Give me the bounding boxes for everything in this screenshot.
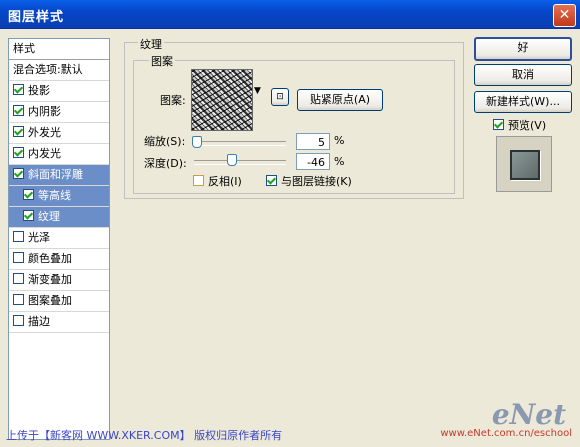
preview-swatch: [510, 150, 540, 180]
depth-label: 深度(D):: [144, 157, 187, 170]
style-item-label: 投影: [28, 84, 50, 97]
style-item-checkbox[interactable]: [13, 231, 24, 242]
link-with-layer-checkbox-box[interactable]: [266, 175, 277, 186]
style-item[interactable]: 内阴影: [9, 102, 109, 123]
pattern-subgroup-title: 图案: [149, 53, 175, 69]
style-item-label: 斜面和浮雕: [28, 168, 83, 181]
snap-to-origin-button[interactable]: 贴紧原点(A): [297, 89, 383, 111]
style-item[interactable]: 纹理: [9, 207, 109, 228]
watermark-url: www.eNet.com.cn/eschool: [440, 428, 572, 439]
style-item[interactable]: 描边: [9, 312, 109, 333]
invert-checkbox[interactable]: 反相(I): [193, 173, 242, 189]
style-item[interactable]: 投影: [9, 81, 109, 102]
style-item[interactable]: 外发光: [9, 123, 109, 144]
style-item-label: 纹理: [38, 210, 60, 223]
style-item-label: 内发光: [28, 147, 61, 160]
style-item[interactable]: 等高线: [9, 186, 109, 207]
style-item[interactable]: 内发光: [9, 144, 109, 165]
new-preset-icon[interactable]: ⊡: [271, 88, 289, 106]
style-item-checkbox[interactable]: [13, 294, 24, 305]
pattern-picker[interactable]: [191, 69, 253, 131]
chevron-down-icon[interactable]: ▼: [254, 86, 261, 96]
style-item-checkbox[interactable]: [13, 105, 24, 116]
blend-options-item[interactable]: 混合选项:默认: [9, 60, 109, 81]
new-style-button[interactable]: 新建样式(W)...: [474, 91, 572, 113]
style-item-checkbox[interactable]: [13, 126, 24, 137]
ok-button[interactable]: 好: [474, 37, 572, 61]
style-item[interactable]: 斜面和浮雕: [9, 165, 109, 186]
preview-label: 预览(V): [508, 119, 547, 132]
upload-credit: 上传于【新客网 WWW.XKER.COM】 版权归原作者所有: [6, 429, 283, 442]
style-item-checkbox[interactable]: [13, 252, 24, 263]
style-item-checkbox[interactable]: [13, 84, 24, 95]
style-item[interactable]: 图案叠加: [9, 291, 109, 312]
scale-label: 缩放(S):: [144, 135, 186, 148]
style-item-label: 光泽: [28, 231, 50, 244]
style-preview: [496, 136, 552, 192]
link-with-layer-checkbox[interactable]: 与图层链接(K): [266, 173, 352, 189]
pattern-label: 图案:: [160, 94, 186, 107]
style-item-checkbox[interactable]: [23, 210, 34, 221]
style-list: 样式 混合选项:默认 投影内阴影外发光内发光斜面和浮雕等高线纹理光泽颜色叠加渐变…: [8, 38, 110, 440]
style-item-label: 图案叠加: [28, 294, 72, 307]
window-title: 图层样式: [8, 10, 65, 25]
style-item-checkbox[interactable]: [13, 147, 24, 158]
scale-slider-thumb[interactable]: [192, 136, 202, 148]
preview-checkbox-box[interactable]: [493, 119, 504, 130]
title-bar: 图层样式 ✕: [0, 0, 580, 29]
style-item[interactable]: 颜色叠加: [9, 249, 109, 270]
cancel-button[interactable]: 取消: [474, 64, 572, 86]
style-item-label: 内阴影: [28, 105, 61, 118]
style-item-label: 渐变叠加: [28, 273, 72, 286]
scale-input[interactable]: 5: [296, 133, 330, 150]
style-item-checkbox[interactable]: [13, 273, 24, 284]
style-item[interactable]: 渐变叠加: [9, 270, 109, 291]
preview-checkbox[interactable]: 预览(V): [493, 117, 546, 133]
style-item-label: 外发光: [28, 126, 61, 139]
style-item-checkbox[interactable]: [13, 315, 24, 326]
style-item-label: 描边: [28, 315, 50, 328]
link-with-layer-label: 与图层链接(K): [281, 175, 352, 188]
style-item-checkbox[interactable]: [23, 189, 34, 200]
enet-watermark-logo: eNet: [491, 398, 566, 431]
depth-percent: %: [334, 155, 345, 168]
style-item-label: 等高线: [38, 189, 71, 202]
style-item-label: 颜色叠加: [28, 252, 72, 265]
scale-slider[interactable]: [194, 141, 286, 146]
invert-checkbox-box[interactable]: [193, 175, 204, 186]
style-item[interactable]: 光泽: [9, 228, 109, 249]
depth-slider[interactable]: [194, 160, 286, 165]
depth-input[interactable]: -46: [296, 153, 330, 170]
style-item-checkbox[interactable]: [13, 168, 24, 179]
depth-slider-thumb[interactable]: [227, 154, 237, 166]
close-button[interactable]: ✕: [553, 4, 576, 27]
texture-group-title: 纹理: [138, 36, 164, 52]
scale-percent: %: [334, 134, 345, 147]
invert-label: 反相(I): [208, 175, 242, 188]
style-list-header[interactable]: 样式: [9, 39, 109, 60]
